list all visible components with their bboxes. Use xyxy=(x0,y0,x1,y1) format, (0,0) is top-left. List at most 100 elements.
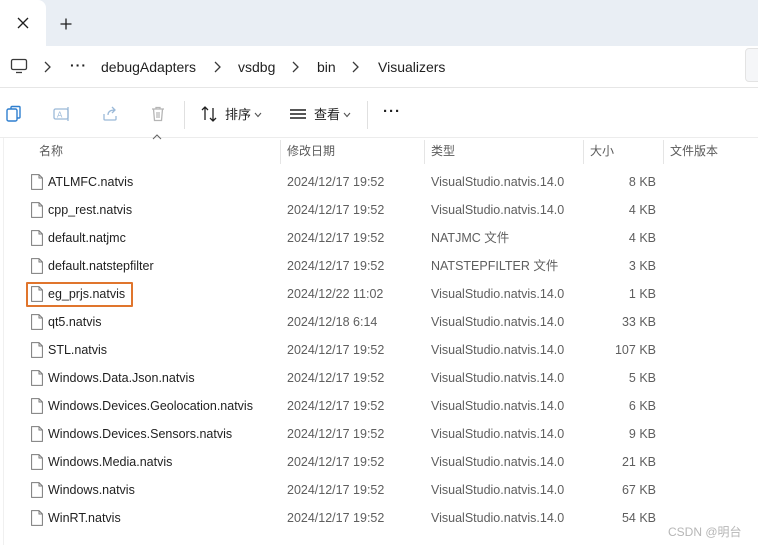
column-divider[interactable] xyxy=(424,140,425,164)
column-header-size[interactable]: 大小 xyxy=(590,144,614,158)
close-tab-button[interactable] xyxy=(12,12,34,34)
file-type: NATJMC 文件 xyxy=(431,231,510,245)
file-type: VisualStudio.natvis.14.0 xyxy=(431,175,565,189)
file-type: VisualStudio.natvis.14.0 xyxy=(431,399,565,413)
file-size: 107 KB xyxy=(614,343,656,357)
chevron-right-icon xyxy=(352,61,359,73)
file-name[interactable]: default.natjmc xyxy=(48,231,126,245)
breadcrumb-item-vsdbg[interactable]: vsdbg xyxy=(238,58,275,76)
column-divider[interactable] xyxy=(280,140,281,164)
breadcrumb-overflow-button[interactable]: ··· xyxy=(70,56,87,74)
file-row[interactable]: Windows.Data.Json.natvis 2024/12/17 19:52… xyxy=(0,364,758,392)
command-bar: A 排序 查看 ··· xyxy=(0,92,758,138)
file-name[interactable]: default.natstepfilter xyxy=(48,259,154,273)
file-row[interactable]: ATLMFC.natvis 2024/12/17 19:52 VisualStudi… xyxy=(0,168,758,196)
chevron-down-icon xyxy=(343,112,351,118)
rename-icon[interactable]: A xyxy=(52,104,72,124)
copy-icon[interactable] xyxy=(4,104,24,124)
plus-icon xyxy=(60,18,72,30)
file-row[interactable]: Windows.natvis 2024/12/17 19:52 VisualStud… xyxy=(0,476,758,504)
file-name[interactable]: WinRT.natvis xyxy=(48,511,121,525)
file-name[interactable]: Windows.Devices.Sensors.natvis xyxy=(48,427,232,441)
file-date: 2024/12/17 19:52 xyxy=(287,343,385,357)
highlight-box xyxy=(26,282,133,307)
new-tab-button[interactable] xyxy=(54,13,78,35)
file-type: NATSTEPFILTER 文件 xyxy=(431,259,559,273)
column-header-row: 名称 修改日期 类型 大小 文件版本 xyxy=(0,138,758,164)
toolbar-separator xyxy=(367,101,368,129)
column-divider[interactable] xyxy=(583,140,584,164)
file-icon xyxy=(31,370,43,386)
column-header-modified[interactable]: 修改日期 xyxy=(287,144,335,158)
file-row[interactable]: default.natstepfilter 2024/12/17 19:52 NAT… xyxy=(0,252,758,280)
file-size: 4 KB xyxy=(628,203,656,217)
file-row[interactable]: Windows.Devices.Geolocation.natvis 2024/1… xyxy=(0,392,758,420)
computer-icon[interactable] xyxy=(10,57,28,75)
file-date: 2024/12/17 19:52 xyxy=(287,427,385,441)
file-date: 2024/12/17 19:52 xyxy=(287,259,385,273)
svg-text:A: A xyxy=(57,111,63,120)
file-row[interactable]: Windows.Media.natvis 2024/12/17 19:52 Visu… xyxy=(0,448,758,476)
file-name[interactable]: Windows.natvis xyxy=(48,483,135,497)
file-icon xyxy=(31,342,43,358)
file-row[interactable]: default.natjmc 2024/12/17 19:52 NATJMC 文件 4… xyxy=(0,224,758,252)
file-size: 9 KB xyxy=(628,427,656,441)
file-explorer-window: ··· debugAdapters vsdbg bin Visualizers … xyxy=(0,0,758,545)
chevron-right-icon xyxy=(214,61,221,73)
file-name[interactable]: qt5.natvis xyxy=(48,315,102,329)
watermark: CSDN @明台 xyxy=(668,525,742,539)
file-name[interactable]: ATLMFC.natvis xyxy=(48,175,133,189)
file-size: 67 KB xyxy=(621,483,656,497)
file-size: 6 KB xyxy=(628,399,656,413)
share-icon[interactable] xyxy=(100,104,120,124)
file-icon xyxy=(31,258,43,274)
search-box-edge[interactable] xyxy=(745,48,758,82)
file-row[interactable]: Windows.Devices.Sensors.natvis 2024/12/17… xyxy=(0,420,758,448)
file-icon xyxy=(31,202,43,218)
file-name[interactable]: STL.natvis xyxy=(48,343,107,357)
tab-active[interactable] xyxy=(0,0,46,46)
more-options-button[interactable]: ··· xyxy=(383,103,401,121)
file-row[interactable]: WinRT.natvis 2024/12/17 19:52 VisualStudio… xyxy=(0,504,758,532)
file-date: 2024/12/17 19:52 xyxy=(287,511,385,525)
file-date: 2024/12/17 19:52 xyxy=(287,399,385,413)
file-size: 5 KB xyxy=(628,371,656,385)
file-icon xyxy=(31,510,43,526)
file-name[interactable]: Windows.Media.natvis xyxy=(48,455,172,469)
file-row[interactable]: qt5.natvis 2024/12/18 6:14 VisualStudio.na… xyxy=(0,308,758,336)
file-row[interactable]: STL.natvis 2024/12/17 19:52 VisualStudio.n… xyxy=(0,336,758,364)
file-type: VisualStudio.natvis.14.0 xyxy=(431,287,565,301)
chevron-right-icon xyxy=(292,61,299,73)
sort-icon xyxy=(201,106,217,122)
file-name[interactable]: Windows.Devices.Geolocation.natvis xyxy=(48,399,253,413)
column-header-name[interactable]: 名称 xyxy=(39,144,63,158)
file-icon xyxy=(31,174,43,190)
file-type: VisualStudio.natvis.14.0 xyxy=(431,371,565,385)
file-date: 2024/12/17 19:52 xyxy=(287,371,385,385)
file-type: VisualStudio.natvis.14.0 xyxy=(431,427,565,441)
breadcrumb-item-visualizers[interactable]: Visualizers xyxy=(378,58,445,76)
file-name[interactable]: Windows.Data.Json.natvis xyxy=(48,371,195,385)
breadcrumb-item-bin[interactable]: bin xyxy=(317,58,336,76)
file-type: VisualStudio.natvis.14.0 xyxy=(431,483,565,497)
file-date: 2024/12/17 19:52 xyxy=(287,231,385,245)
file-row[interactable]: cpp_rest.natvis 2024/12/17 19:52 VisualStu… xyxy=(0,196,758,224)
sort-button[interactable]: 排序 xyxy=(225,106,251,124)
close-icon xyxy=(17,17,29,29)
file-date: 2024/12/17 19:52 xyxy=(287,203,385,217)
tab-strip xyxy=(0,0,758,46)
file-date: 2024/12/18 6:14 xyxy=(287,315,378,329)
column-divider[interactable] xyxy=(663,140,664,164)
toolbar-separator xyxy=(184,101,185,129)
file-date: 2024/12/17 19:52 xyxy=(287,455,385,469)
file-icon xyxy=(31,230,43,246)
breadcrumb-item-debugadapters[interactable]: debugAdapters xyxy=(101,58,196,76)
file-date: 2024/12/22 11:02 xyxy=(287,287,384,301)
delete-icon[interactable] xyxy=(148,104,168,124)
file-name[interactable]: cpp_rest.natvis xyxy=(48,203,132,217)
column-header-version[interactable]: 文件版本 xyxy=(670,144,718,158)
view-button[interactable]: 查看 xyxy=(314,106,340,124)
file-size: 54 KB xyxy=(621,511,656,525)
column-header-type[interactable]: 类型 xyxy=(431,144,455,158)
file-icon xyxy=(31,398,43,414)
